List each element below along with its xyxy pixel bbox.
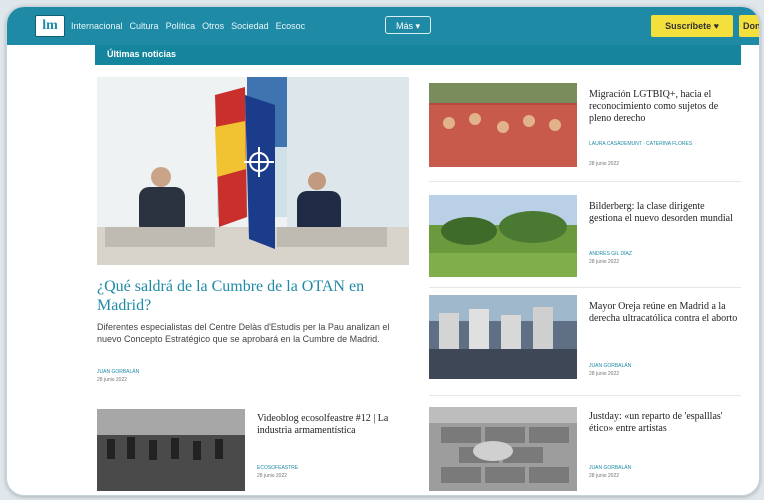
side-article-date-1: 28 junio 2022 [589, 161, 620, 167]
site-logo[interactable]: lm [35, 15, 65, 37]
side-article-title-4[interactable]: Justday: «un reparto de 'espalllas' étic… [589, 411, 739, 435]
bottom-article-image[interactable] [97, 409, 245, 491]
nav-item-sociedad[interactable]: Sociedad [231, 20, 269, 32]
browser-window: lm Internacional Cultura Política Otros … [6, 6, 760, 496]
side-article-author-1[interactable]: Laura Casademunt · Caterina Flores [589, 141, 739, 148]
top-nav-bar: lm Internacional Cultura Política Otros … [7, 7, 759, 45]
section-header: Últimas noticias [95, 45, 741, 65]
nav-item-cultura[interactable]: Cultura [130, 20, 159, 32]
bottom-article-author[interactable]: Ecosofeastre [257, 465, 298, 472]
lead-date: 28 junio 2022 [97, 377, 128, 383]
side-article-date-4: 28 junio 2022 [589, 473, 620, 479]
divider-3 [429, 395, 741, 396]
side-article-image-3[interactable] [429, 295, 577, 379]
bottom-article-title[interactable]: Videoblog ecosolfeastre #12 | La industr… [257, 413, 407, 437]
lead-article-image[interactable] [97, 77, 409, 265]
nav-item-politica[interactable]: Política [166, 20, 196, 32]
side-article-author-3[interactable]: Juan Gorbalán [589, 363, 631, 370]
lead-summary: Diferentes especialistas del Centre Delà… [97, 322, 390, 344]
divider-1 [429, 181, 741, 182]
lead-author[interactable]: Juan Gorbalán [97, 369, 139, 376]
side-article-date-3: 28 junio 2022 [589, 371, 620, 377]
section-title: Últimas noticias [107, 49, 177, 59]
nav-item-internacional[interactable]: Internacional [71, 20, 123, 32]
nav-item-ecosoc[interactable]: Ecosoc [276, 20, 306, 32]
side-article-title-3[interactable]: Mayor Oreja reúne en Madrid a la derecha… [589, 301, 739, 325]
side-article-date-2: 28 junio 2022 [589, 259, 620, 265]
bottom-article-date: 28 junio 2022 [257, 473, 288, 479]
side-article-image-4[interactable] [429, 407, 577, 491]
side-article-title-2[interactable]: Bilderberg: la clase dirigente gestiona … [589, 201, 739, 225]
side-article-title-1[interactable]: Migración LGTBIQ+, hacia el reconocimien… [589, 89, 739, 125]
more-menu-button[interactable]: Más ▾ [385, 16, 431, 34]
lead-headline[interactable]: ¿Qué saldrá de la Cumbre de la OTAN en M… [97, 277, 409, 315]
side-article-author-4[interactable]: Juan Gorbalán [589, 465, 631, 472]
divider-2 [429, 287, 741, 288]
side-article-image-1[interactable] [429, 83, 577, 167]
side-article-image-2[interactable] [429, 195, 577, 277]
side-article-author-2[interactable]: Andrés Gil Díaz [589, 251, 632, 258]
nav-item-otros[interactable]: Otros [202, 20, 224, 32]
subscribe-button[interactable]: Suscríbete ♥ [651, 15, 733, 37]
main-nav: Internacional Cultura Política Otros Soc… [71, 20, 305, 32]
donate-button[interactable]: Dona [739, 15, 759, 37]
